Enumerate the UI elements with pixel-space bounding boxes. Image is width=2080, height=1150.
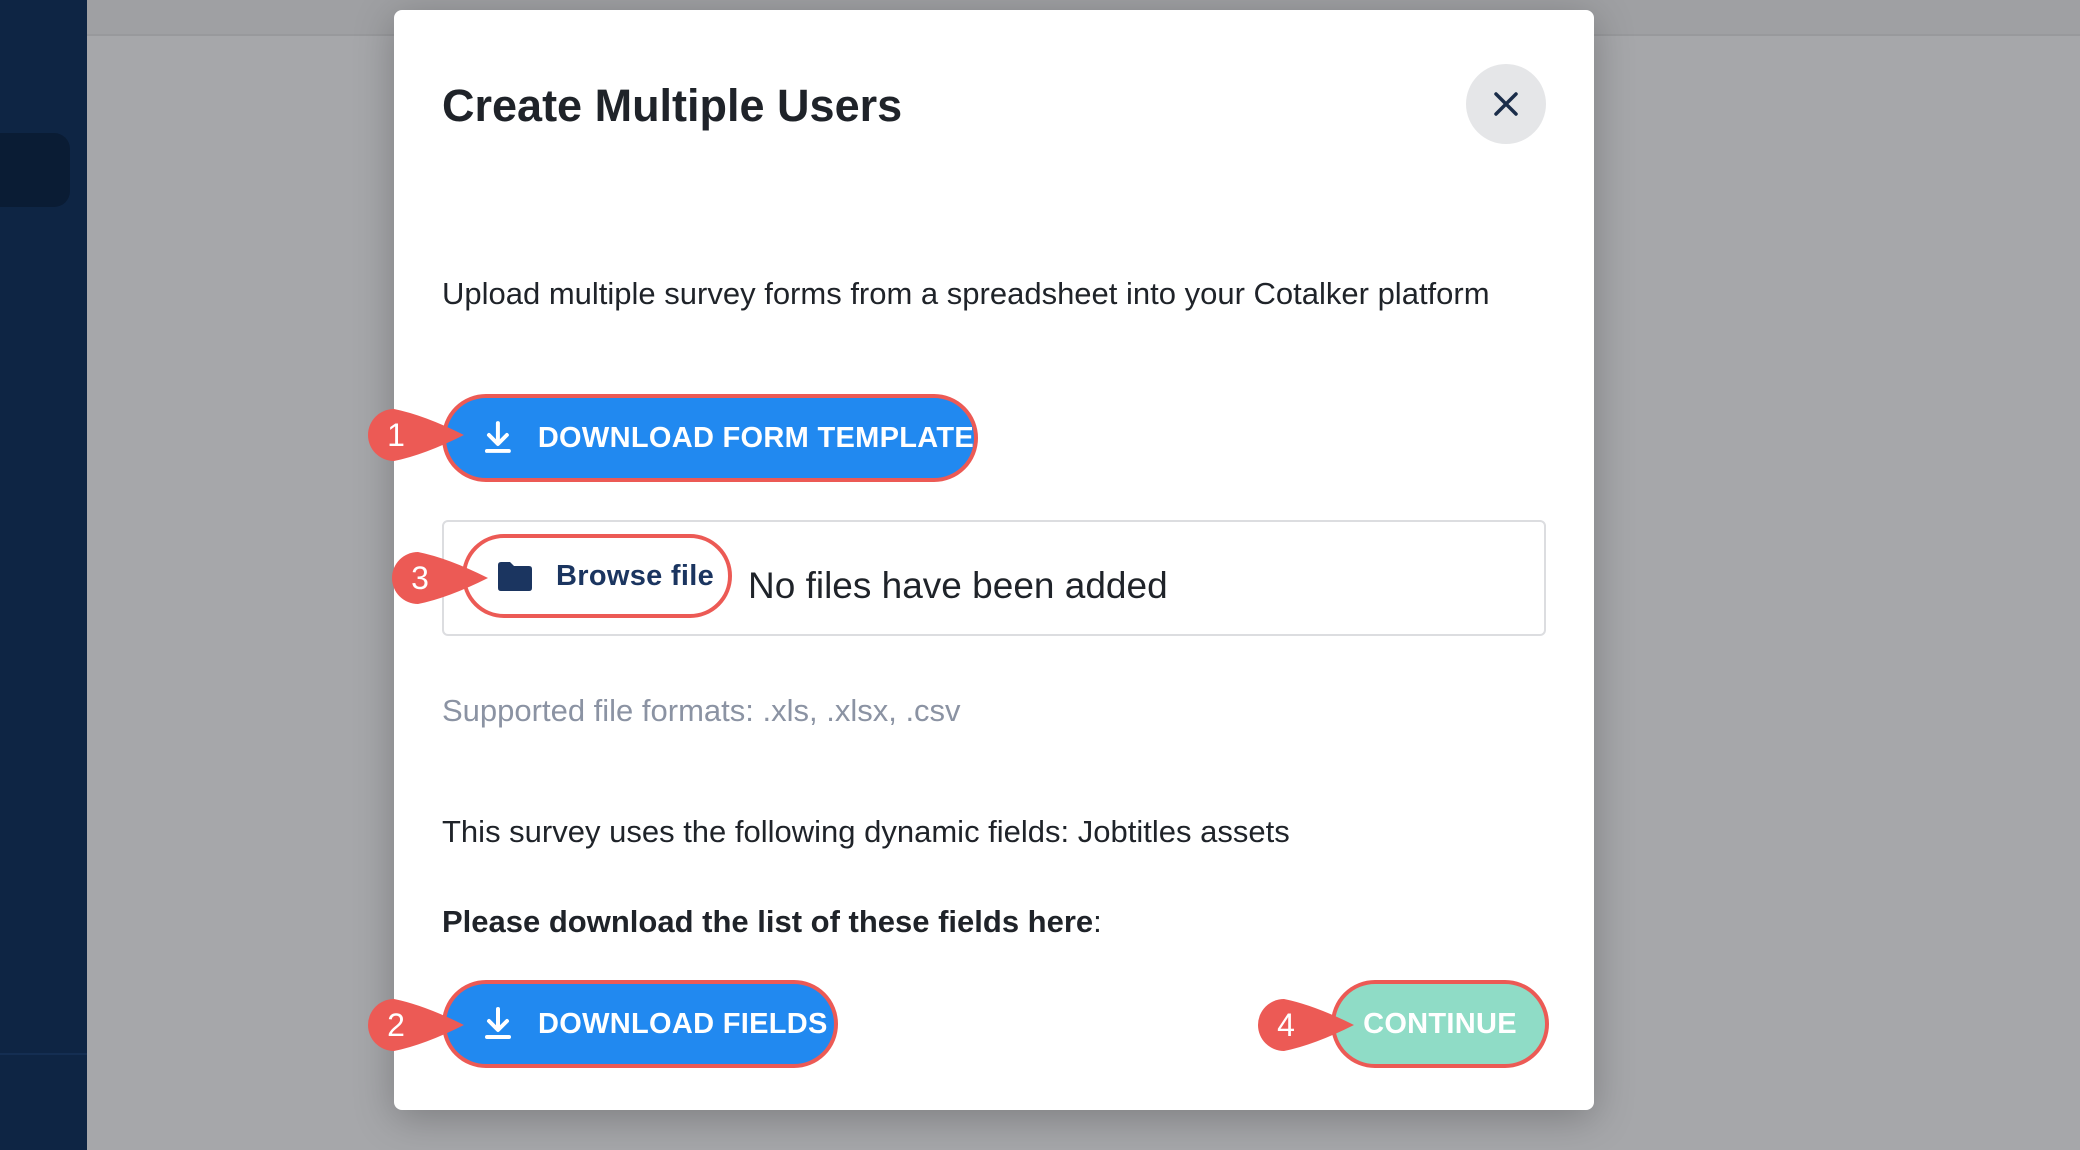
download-icon <box>485 1007 511 1039</box>
intro-text: Upload multiple survey forms from a spre… <box>442 276 1490 311</box>
close-icon <box>1494 92 1518 116</box>
close-button[interactable] <box>1466 64 1546 144</box>
callout-step-3-number: 3 <box>411 560 429 596</box>
callout-step-3: 3 <box>392 552 488 604</box>
download-fields-button[interactable]: DOWNLOAD FIELDS <box>442 980 838 1068</box>
modal-title: Create Multiple Users <box>442 80 903 131</box>
callout-step-4-number: 4 <box>1277 1007 1295 1043</box>
callout-step-4: 4 <box>1258 999 1354 1051</box>
continue-label: CONTINUE <box>1363 1007 1517 1040</box>
download-list-instruction: Please download the list of these fields… <box>442 904 1102 940</box>
sidebar-divider <box>0 1053 87 1055</box>
download-fields-label: DOWNLOAD FIELDS <box>538 1007 828 1040</box>
continue-button[interactable]: CONTINUE <box>1331 980 1549 1068</box>
download-icon <box>484 421 511 453</box>
browse-file-label: Browse file <box>556 559 715 592</box>
create-multiple-users-modal: Create Multiple Users Upload multiple su… <box>394 10 1594 1110</box>
download-form-template-label: DOWNLOAD FORM TEMPLATE <box>537 421 974 454</box>
sidebar-active-item[interactable] <box>0 133 70 207</box>
sidebar <box>0 0 87 1150</box>
callout-step-1-number: 1 <box>387 417 405 453</box>
download-list-suffix: : <box>1093 904 1102 939</box>
callout-step-2-number: 2 <box>387 1007 405 1043</box>
download-form-template-button[interactable]: DOWNLOAD FORM TEMPLATE <box>442 394 978 482</box>
callout-step-2: 2 <box>368 999 464 1051</box>
download-list-bold: Please download the list of these fields… <box>442 904 1094 939</box>
callout-step-1: 1 <box>368 409 464 461</box>
dynamic-fields-text: This survey uses the following dynamic f… <box>442 814 1290 849</box>
supported-formats-text: Supported file formats: .xls, .xlsx, .cs… <box>442 693 961 728</box>
folder-icon <box>498 562 532 591</box>
browse-file-button[interactable]: Browse file <box>462 534 732 618</box>
no-files-text: No files have been added <box>748 565 1168 606</box>
